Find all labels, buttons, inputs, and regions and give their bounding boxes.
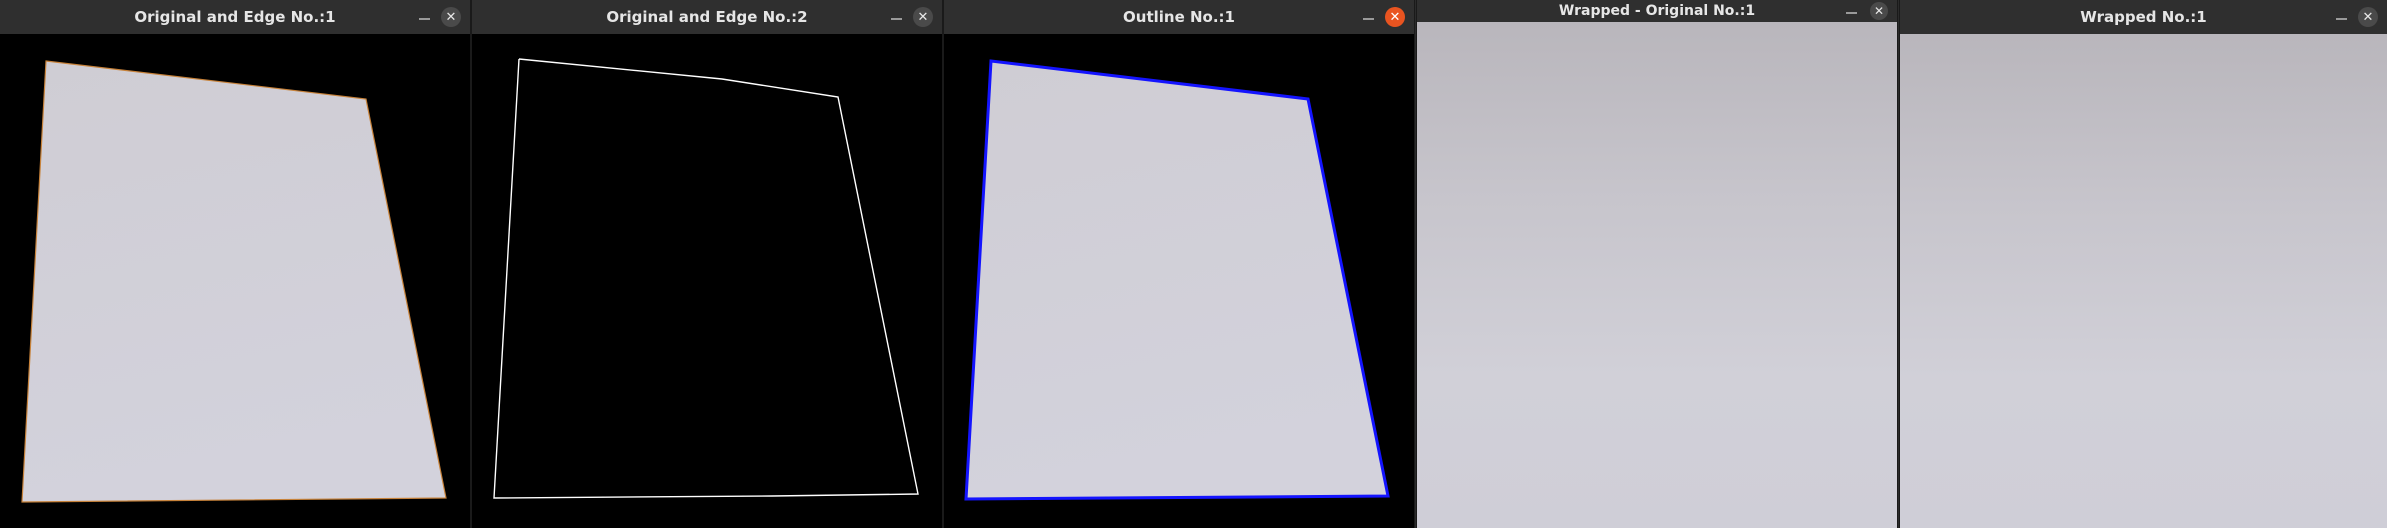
window-titlebar[interactable]: Wrapped - Original No.:1 ✕	[1417, 0, 1897, 22]
close-button[interactable]: ✕	[913, 7, 933, 27]
edge-image-view	[472, 34, 942, 528]
window-titlebar[interactable]: Outline No.:1 ✕	[944, 0, 1414, 34]
window-title: Outline No.:1	[1123, 8, 1235, 26]
window-titlebar[interactable]: Wrapped No.:1 ✕	[1900, 0, 2387, 34]
close-button[interactable]: ✕	[2358, 7, 2378, 27]
wrapped-image-view	[1900, 34, 2387, 528]
window-wrapped-1: Wrapped No.:1 ✕	[1900, 0, 2387, 528]
minimize-button[interactable]	[1846, 12, 1857, 14]
warped-image-view	[1417, 22, 1897, 528]
minimize-button[interactable]	[2336, 18, 2347, 20]
minimize-button[interactable]	[419, 18, 430, 20]
window-original-and-edge-2: Original and Edge No.:2 ✕	[472, 0, 942, 528]
window-title: Original and Edge No.:2	[606, 8, 808, 26]
window-outline-1: Outline No.:1 ✕	[944, 0, 1414, 528]
minimize-button[interactable]	[891, 18, 902, 20]
paper-image	[21, 60, 447, 503]
window-original-and-edge-1: Original and Edge No.:1 ✕	[0, 0, 470, 528]
minimize-button[interactable]	[1363, 18, 1374, 20]
close-button[interactable]: ✕	[1870, 2, 1888, 20]
image-view	[0, 34, 470, 528]
close-button[interactable]: ✕	[441, 7, 461, 27]
outline-image	[964, 59, 1390, 501]
window-titlebar[interactable]: Original and Edge No.:1 ✕	[0, 0, 470, 34]
outline-image-view	[944, 34, 1414, 528]
warped-paper-image	[1417, 22, 1897, 528]
window-title: Wrapped - Original No.:1	[1558, 3, 1756, 19]
window-titlebar[interactable]: Original and Edge No.:2 ✕	[472, 0, 942, 34]
edge-image	[493, 58, 919, 499]
window-wrapped-original-1: Wrapped - Original No.:1 ✕	[1417, 0, 1897, 528]
window-title: Original and Edge No.:1	[134, 8, 336, 26]
wrapped-paper-image	[1900, 34, 2387, 528]
window-title: Wrapped No.:1	[2080, 8, 2207, 26]
close-button[interactable]: ✕	[1385, 7, 1405, 27]
